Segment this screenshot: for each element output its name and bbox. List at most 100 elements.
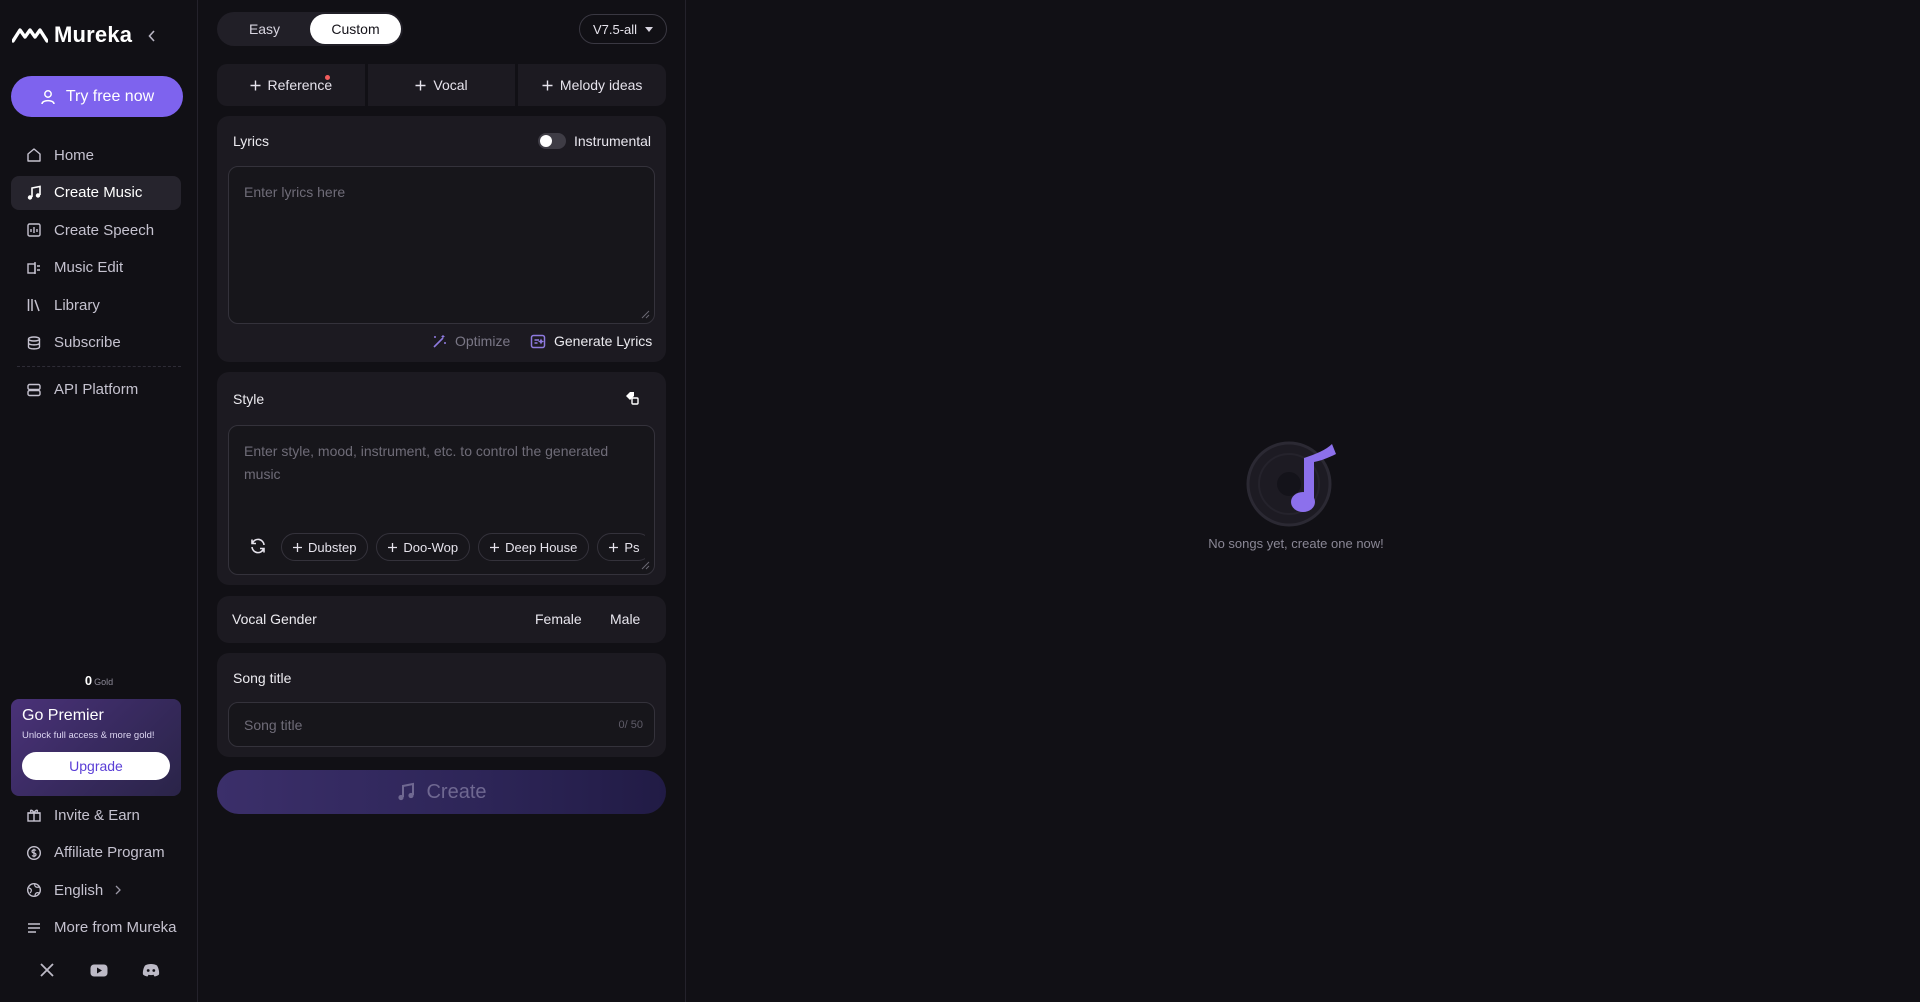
add-vocal-label: Vocal — [433, 77, 468, 93]
user-icon — [40, 89, 56, 105]
lyrics-input[interactable]: Enter lyrics here — [228, 166, 655, 324]
music-note-icon — [396, 782, 416, 802]
style-card: Style Enter style, mood, instrument, etc… — [217, 372, 666, 585]
mode-toggle: Easy Custom — [217, 12, 403, 46]
gold-balance: 0 Gold — [0, 672, 198, 689]
youtube-icon[interactable] — [90, 961, 108, 979]
mode-easy-tab[interactable]: Easy — [219, 14, 310, 44]
logo[interactable]: Mureka — [12, 22, 132, 48]
version-select[interactable]: V7.5-all — [579, 14, 667, 44]
try-free-label: Try free now — [65, 87, 155, 105]
nav-item-invite-earn[interactable]: Invite & Earn — [11, 798, 196, 832]
magic-wand-icon — [432, 334, 447, 349]
create-panel: Easy Custom V7.5-all Reference Vocal Mel… — [199, 0, 686, 1002]
try-free-button[interactable]: Try free now — [11, 76, 183, 117]
plus-icon — [293, 542, 302, 552]
style-chip-label: Dubstep — [308, 539, 357, 555]
generate-lyrics-label: Generate Lyrics — [554, 333, 653, 349]
vocal-male-option[interactable]: Male — [610, 611, 640, 627]
nav-item-label: Subscribe — [54, 334, 121, 351]
nav-item-label: Invite & Earn — [54, 806, 140, 824]
nav-item-label: Music Edit — [54, 259, 124, 276]
main-nav: Home Create Music Create Speech Music Ed… — [11, 138, 181, 410]
brand-name: Mureka — [54, 22, 133, 47]
style-chip[interactable]: Dubstep — [281, 533, 369, 561]
plus-icon — [415, 80, 426, 91]
add-reference-label: Reference — [267, 77, 333, 93]
song-title-placeholder: Song title — [244, 717, 303, 733]
nav-item-label: More from Mureka — [54, 919, 177, 936]
nav-item-create-music[interactable]: Create Music — [11, 175, 181, 210]
plus-icon — [388, 542, 398, 552]
resize-grip-icon[interactable] — [641, 310, 650, 319]
add-reference-button[interactable]: Reference — [217, 64, 365, 106]
style-input[interactable]: Enter style, mood, instrument, etc. to c… — [228, 425, 655, 575]
instrumental-toggle[interactable] — [538, 133, 566, 149]
char-counter: 0/ 50 — [618, 719, 643, 731]
lyrics-label: Lyrics — [233, 133, 270, 149]
nav-item-language[interactable]: English — [11, 873, 196, 907]
dollar-icon — [26, 845, 42, 861]
generate-lyrics-icon — [530, 333, 546, 349]
nav-item-home[interactable]: Home — [11, 138, 181, 172]
create-label: Create — [426, 780, 487, 803]
nav-item-label: API Platform — [54, 381, 139, 398]
premier-subtitle: Unlock full access & more gold! — [22, 730, 155, 741]
plus-icon — [250, 80, 261, 91]
social-links — [0, 961, 198, 979]
api-icon — [26, 382, 42, 398]
subscribe-icon — [26, 335, 42, 351]
plus-icon — [542, 80, 553, 91]
style-label: Style — [233, 391, 265, 407]
upgrade-button[interactable]: Upgrade — [22, 752, 170, 780]
add-melody-ideas-button[interactable]: Melody ideas — [518, 64, 667, 106]
style-tag-icon[interactable] — [624, 390, 640, 406]
bottom-nav: Invite & Earn Affiliate Program English … — [11, 798, 196, 948]
instrumental-label: Instrumental — [574, 133, 652, 149]
x-icon[interactable] — [38, 961, 56, 979]
nav-item-label: Home — [54, 146, 95, 164]
caret-down-icon — [645, 26, 654, 32]
add-vocal-button[interactable]: Vocal — [367, 64, 516, 106]
nav-item-affiliate[interactable]: Affiliate Program — [11, 836, 196, 870]
music-note-icon — [26, 185, 42, 201]
sidebar: Mureka Try free now Home Create Music Cr… — [0, 0, 198, 1002]
style-chip-label: Ps — [624, 539, 640, 555]
speech-icon — [26, 222, 42, 238]
nav-item-label: English — [54, 881, 104, 899]
nav-item-more-from-mureka[interactable]: More from Mureka — [11, 911, 196, 945]
create-button[interactable]: Create — [217, 770, 666, 814]
generate-lyrics-button[interactable]: Generate Lyrics — [530, 333, 652, 349]
nav-item-library[interactable]: Library — [11, 288, 181, 322]
nav-item-create-speech[interactable]: Create Speech — [11, 213, 181, 247]
nav-item-music-edit[interactable]: Music Edit — [11, 251, 181, 285]
song-title-input[interactable]: Song title 0/ 50 — [228, 702, 655, 747]
music-edit-icon — [26, 260, 42, 276]
nav-item-label: Affiliate Program — [54, 844, 165, 861]
optimize-button[interactable]: Optimize — [432, 333, 510, 349]
lyrics-card: Lyrics Instrumental Enter lyrics here Op… — [217, 116, 666, 362]
resize-grip-icon[interactable] — [641, 561, 650, 570]
gold-unit: Gold — [94, 677, 114, 687]
gold-amount: 0 — [84, 673, 93, 688]
nav-item-label: Create Music — [54, 184, 143, 201]
home-icon — [26, 147, 42, 163]
mureka-logo-icon — [12, 26, 48, 44]
style-chip[interactable]: Ps — [597, 533, 645, 561]
style-chip[interactable]: Doo-Wop — [376, 533, 471, 561]
optimize-label: Optimize — [455, 333, 511, 349]
nav-item-api-platform[interactable]: API Platform — [11, 373, 181, 407]
new-indicator-dot — [325, 75, 330, 80]
vocal-female-option[interactable]: Female — [535, 611, 582, 627]
song-title-card: Song title Song title 0/ 50 — [217, 653, 666, 757]
discord-icon[interactable] — [142, 961, 160, 979]
style-chip[interactable]: Deep House — [478, 533, 590, 561]
premier-card: Go Premier Unlock full access & more gol… — [11, 699, 181, 796]
refresh-styles-icon[interactable] — [249, 537, 267, 555]
version-label: V7.5-all — [592, 21, 638, 37]
mode-custom-tab[interactable]: Custom — [310, 14, 401, 44]
nav-item-subscribe[interactable]: Subscribe — [11, 326, 181, 360]
collapse-sidebar-icon[interactable] — [146, 28, 158, 44]
premier-title: Go Premier — [22, 707, 104, 724]
globe-icon — [26, 882, 42, 898]
